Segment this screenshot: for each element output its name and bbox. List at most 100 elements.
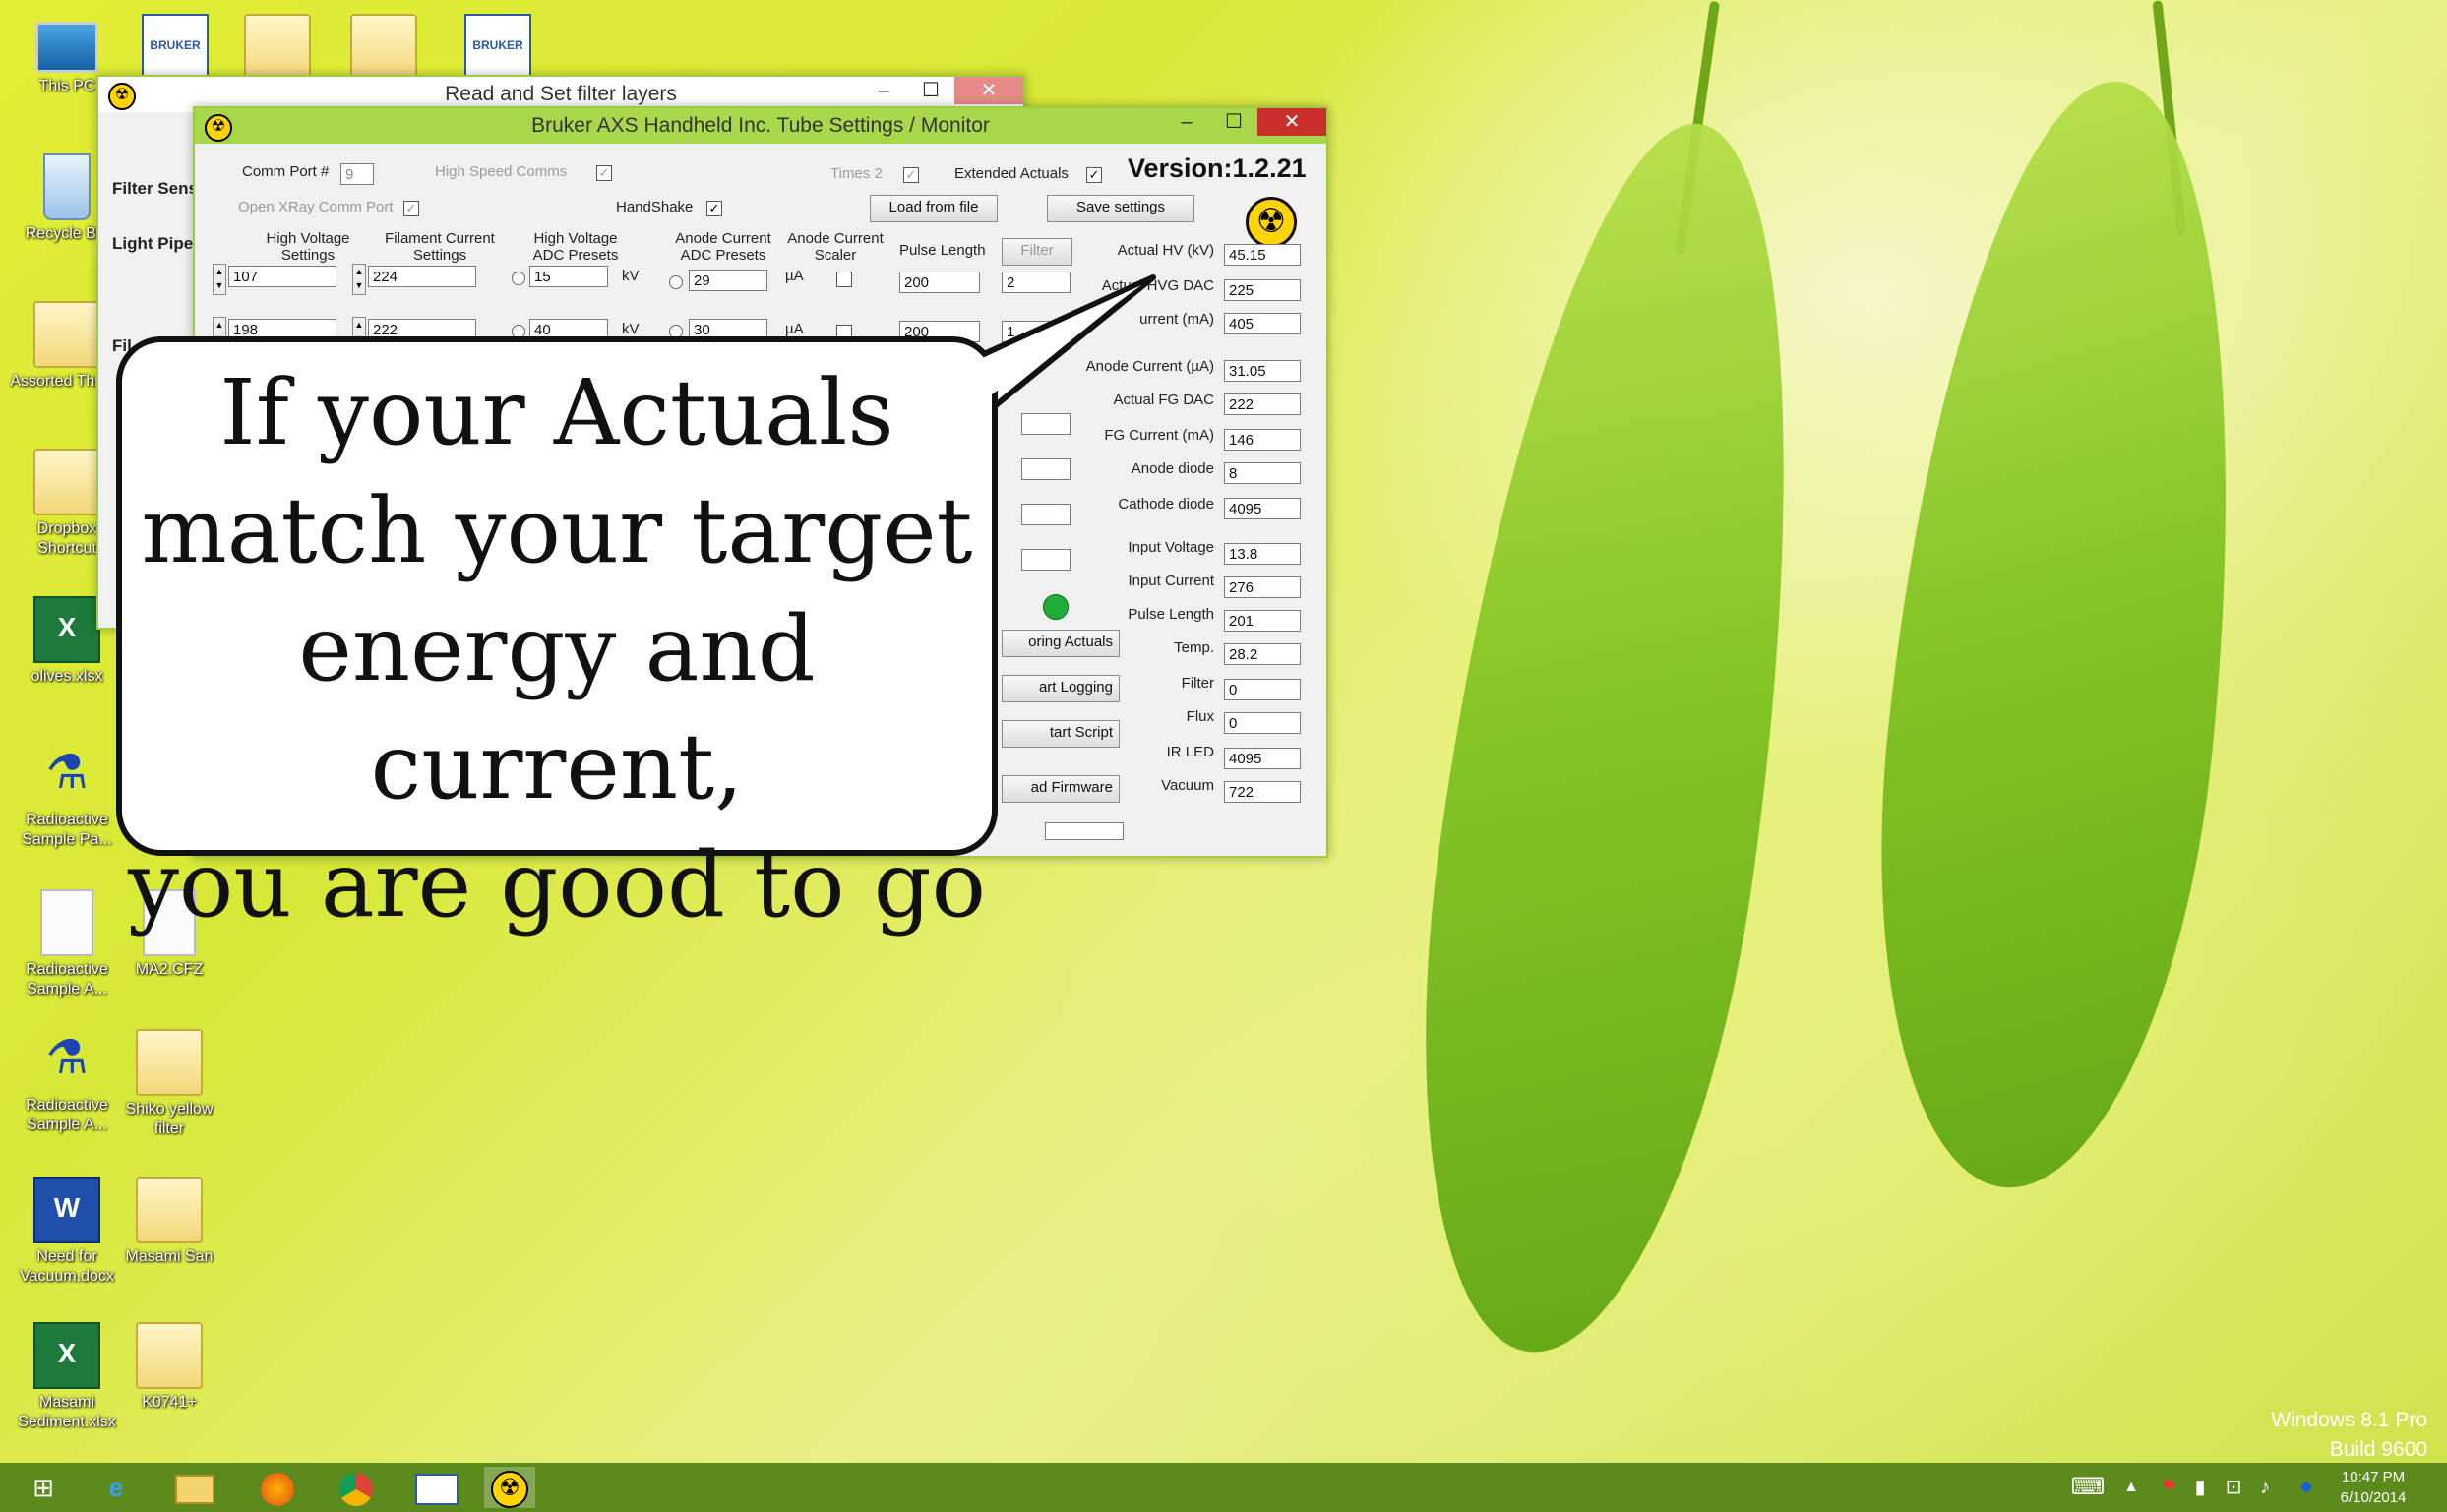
actual-label: Anode diode bbox=[1131, 460, 1214, 477]
actual-label: Filter bbox=[1181, 675, 1214, 692]
word-file-icon: W bbox=[33, 1177, 100, 1243]
desktop-icon-radioactive-sample[interactable]: ⚗ Radioactive Sample Pa... bbox=[8, 744, 126, 850]
close-button[interactable]: ✕ bbox=[954, 77, 1023, 104]
taskbar-clock[interactable]: 10:47 PM 6/10/2014 bbox=[2319, 1467, 2427, 1508]
actual-label: urrent (mA) bbox=[1139, 311, 1214, 328]
bruker-logo-icon: BRUKER bbox=[142, 14, 209, 81]
actual-value[interactable]: 225 bbox=[1224, 279, 1301, 301]
actual-label: Actual FG DAC bbox=[1113, 392, 1214, 408]
actual-value[interactable]: 276 bbox=[1224, 576, 1301, 598]
actual-value[interactable]: 0 bbox=[1224, 679, 1301, 700]
windows-start-icon[interactable]: ⊞ bbox=[18, 1467, 69, 1508]
actual-value[interactable]: 4095 bbox=[1224, 748, 1301, 769]
actual-value[interactable]: 146 bbox=[1224, 429, 1301, 451]
internet-explorer-icon[interactable]: e bbox=[91, 1467, 142, 1508]
maximize-button[interactable]: ☐ bbox=[1210, 108, 1257, 136]
desktop-icon-shiko-yellow-filter[interactable]: Shiko yellow filter bbox=[110, 1029, 228, 1139]
pulse-length-header: Pulse Length bbox=[899, 242, 986, 259]
actual-value[interactable]: 8 bbox=[1224, 462, 1301, 484]
desktop-icon-masami-sediment[interactable]: X Masami Sediment.xlsx bbox=[8, 1322, 126, 1432]
actual-value[interactable]: 28.2 bbox=[1224, 643, 1301, 665]
radiation-app-icon[interactable]: ☢ bbox=[484, 1467, 535, 1509]
callout-text: If your Actuals match your target energy… bbox=[116, 354, 998, 944]
actual-value[interactable]: 405 bbox=[1224, 313, 1301, 334]
file-explorer-icon[interactable] bbox=[169, 1467, 220, 1508]
desktop-icon-folder[interactable] bbox=[218, 14, 336, 81]
anode-preset-radio[interactable] bbox=[669, 275, 683, 289]
folder-icon bbox=[350, 14, 417, 81]
computer-icon bbox=[35, 22, 98, 73]
folder-icon bbox=[136, 1029, 203, 1096]
times2-label: Times 2 bbox=[830, 165, 883, 182]
actual-label: Temp. bbox=[1174, 639, 1214, 656]
fc-setting-input[interactable]: 224 bbox=[368, 266, 476, 287]
tube-settings-titlebar[interactable]: ☢ Bruker AXS Handheld Inc. Tube Settings… bbox=[195, 108, 1326, 144]
anode-adc-presets-header: Anode Current ADC Presets bbox=[675, 230, 771, 264]
actual-value[interactable]: 4095 bbox=[1224, 498, 1301, 519]
desktop-icon-bruker[interactable]: BRUKER bbox=[116, 14, 234, 81]
light-pipe-label: Light Pipe bbox=[112, 234, 194, 253]
desktop-icon-k0741[interactable]: K0741+ bbox=[110, 1322, 228, 1413]
hv-preset-input[interactable]: 15 bbox=[529, 266, 608, 287]
actual-value[interactable]: 222 bbox=[1224, 393, 1301, 415]
high-speed-comms-checkbox[interactable]: ✓ bbox=[596, 165, 612, 181]
folder-shortcut-icon bbox=[33, 449, 100, 515]
document-icon bbox=[40, 889, 93, 956]
desktop-icon-bruker[interactable]: BRUKER bbox=[439, 14, 557, 81]
save-settings-button[interactable]: Save settings bbox=[1047, 195, 1194, 222]
actual-value[interactable]: 45.15 bbox=[1224, 244, 1301, 266]
actual-value[interactable]: 201 bbox=[1224, 610, 1301, 632]
folder-icon bbox=[136, 1322, 203, 1389]
actual-label: Input Voltage bbox=[1128, 539, 1214, 556]
desktop-icon-radioactive-sample-doc[interactable]: Radioactive Sample A... bbox=[8, 889, 126, 999]
chrome-icon[interactable] bbox=[331, 1467, 382, 1508]
actual-label: Pulse Length bbox=[1128, 606, 1214, 623]
desktop[interactable]: This PC BRUKER BRUKER Recycle Bin Assort… bbox=[0, 0, 2447, 1512]
callout-line: If your Actuals bbox=[219, 360, 894, 465]
version-label: Version:1.2.21 bbox=[1128, 153, 1307, 183]
minimize-button[interactable]: – bbox=[860, 77, 907, 104]
filament-current-header: Filament Current Settings bbox=[385, 230, 495, 264]
actual-value[interactable]: 722 bbox=[1224, 781, 1301, 803]
minimize-button[interactable]: – bbox=[1163, 108, 1210, 136]
desktop-icon-folder[interactable] bbox=[325, 14, 443, 81]
ua-unit: µA bbox=[785, 321, 804, 337]
handshake-checkbox[interactable]: ✓ bbox=[706, 201, 722, 216]
comm-port-input[interactable]: 9 bbox=[340, 163, 374, 185]
windows-edition-watermark: Windows 8.1 Pro bbox=[2271, 1409, 2427, 1431]
bruker-logo-icon: BRUKER bbox=[464, 14, 531, 81]
folder-icon bbox=[33, 301, 100, 368]
scaler-checkbox[interactable] bbox=[836, 272, 852, 287]
fc-stepper[interactable]: ▲▼ bbox=[352, 264, 366, 295]
actual-value[interactable]: 0 bbox=[1224, 712, 1301, 734]
bottom-field[interactable] bbox=[1045, 822, 1124, 840]
kv-unit: kV bbox=[622, 321, 640, 337]
maximize-button[interactable]: ☐ bbox=[907, 77, 954, 104]
actual-value[interactable]: 13.8 bbox=[1224, 543, 1301, 565]
pulse-length-input[interactable]: 200 bbox=[899, 272, 980, 293]
desktop-icon-radioactive-sample-2[interactable]: ⚗ Radioactive Sample A... bbox=[8, 1029, 126, 1135]
hv-preset-radio[interactable] bbox=[512, 272, 525, 285]
actual-value[interactable]: 31.05 bbox=[1224, 360, 1301, 382]
firefox-icon[interactable] bbox=[252, 1467, 303, 1508]
excel-file-icon: X bbox=[33, 596, 100, 663]
anode-preset-input[interactable]: 29 bbox=[689, 270, 767, 291]
bruker-app-icon[interactable] bbox=[411, 1467, 462, 1508]
openxray-comm-checkbox[interactable]: ✓ bbox=[403, 201, 419, 216]
extended-actuals-checkbox[interactable]: ✓ bbox=[1086, 167, 1102, 183]
actual-label: IR LED bbox=[1166, 744, 1214, 760]
load-from-file-button[interactable]: Load from file bbox=[870, 195, 998, 222]
hv-setting-input[interactable]: 107 bbox=[228, 266, 336, 287]
callout-line: match your target bbox=[141, 478, 973, 583]
high-speed-comms-label: High Speed Comms bbox=[435, 163, 568, 180]
hv-stepper[interactable]: ▲▼ bbox=[213, 264, 226, 295]
desktop-icon-need-for-vacuum[interactable]: W Need for Vacuum.docx bbox=[8, 1177, 126, 1287]
close-button[interactable]: ✕ bbox=[1257, 108, 1326, 136]
comm-port-label: Comm Port # bbox=[242, 163, 330, 180]
desktop-icon-masami-san[interactable]: Masami San bbox=[110, 1177, 228, 1267]
excel-file-icon: X bbox=[33, 1322, 100, 1389]
times2-checkbox[interactable]: ✓ bbox=[903, 167, 919, 183]
wallpaper-leaf bbox=[1371, 101, 1857, 1374]
callout-line: you are good to go bbox=[127, 832, 987, 937]
hv-adc-presets-header: High Voltage ADC Presets bbox=[532, 230, 619, 264]
